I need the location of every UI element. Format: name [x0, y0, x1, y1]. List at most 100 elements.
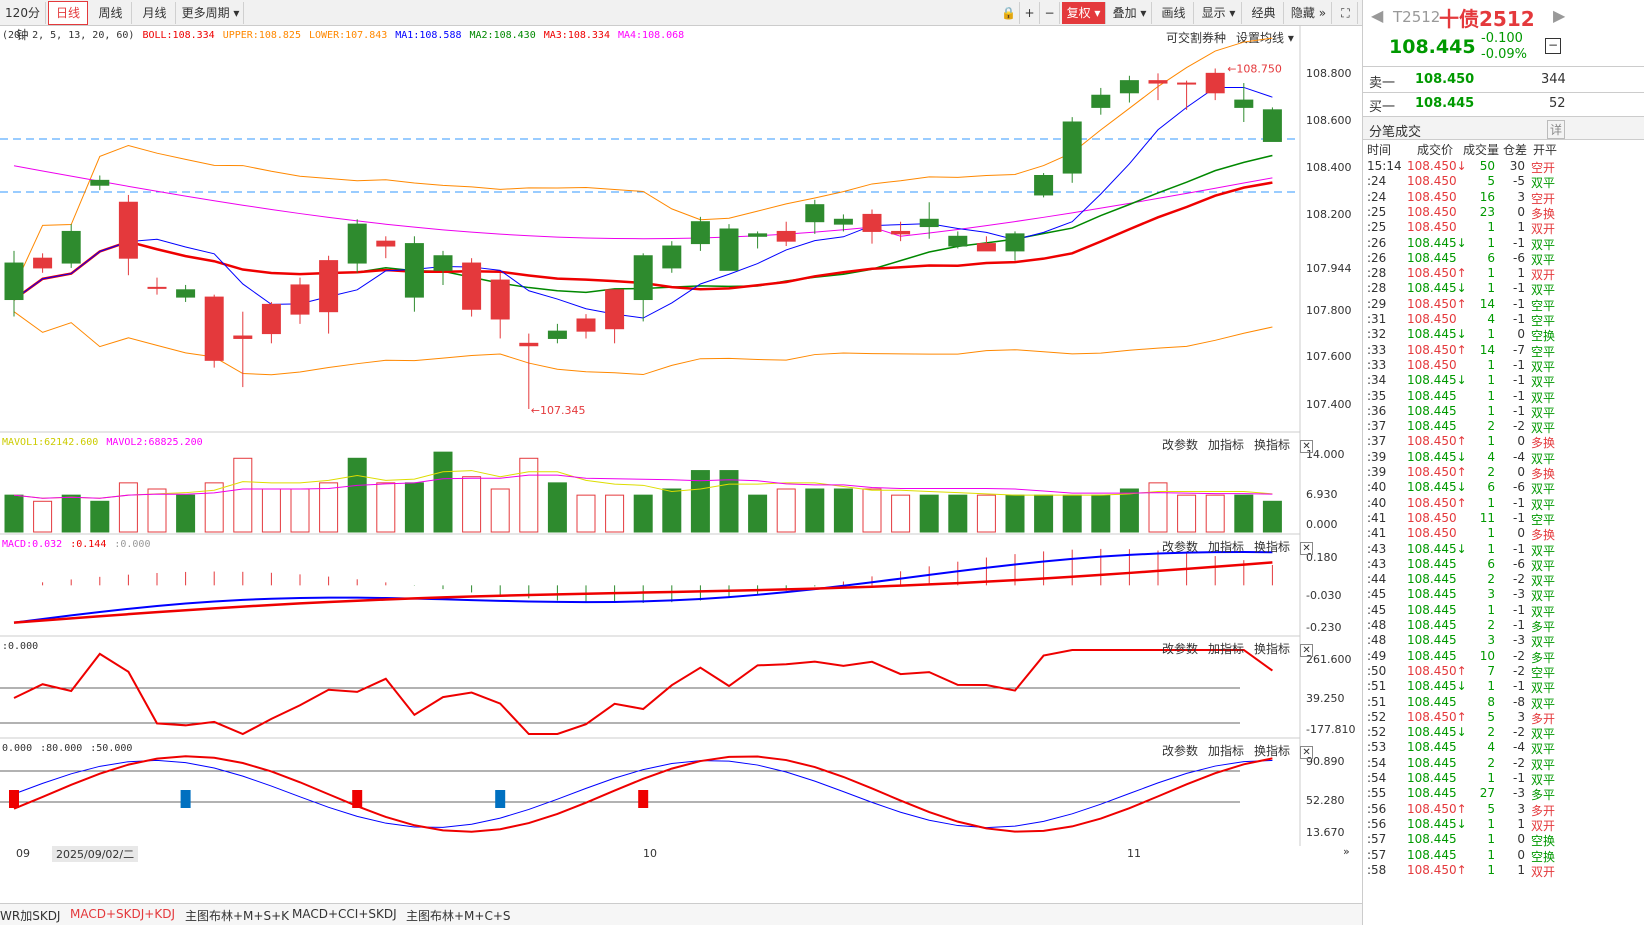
trade-row: :25 108.450 23 0 多换 [1363, 205, 1578, 221]
trade-price: 108.450 [1407, 220, 1457, 235]
detail-button[interactable]: 详 [1547, 120, 1566, 139]
close-icon[interactable]: ✕ [1300, 644, 1314, 657]
trade-row: :45 108.445 3 -3 双平 [1363, 587, 1578, 603]
cci-change-params[interactable]: 改参数 [1162, 642, 1198, 656]
high-annotation: ←108.750 [1227, 62, 1282, 75]
kdj-swap-indicator[interactable]: 换指标 [1254, 744, 1290, 758]
trade-oi: -1 [1513, 618, 1525, 632]
trade-row: :31 108.450 4 -1 空平 [1363, 312, 1578, 328]
tab-wr-skdj[interactable]: WR加SKDJ [0, 907, 60, 924]
period-month-tab[interactable]: 月线 [134, 2, 176, 24]
hide-button[interactable]: 隐藏 » [1286, 2, 1332, 24]
kdj-change-params[interactable]: 改参数 [1162, 744, 1198, 758]
trade-volume: 1 [1487, 434, 1495, 449]
trade-time: :31 [1367, 312, 1387, 326]
trade-row: :54 108.445 2 -2 双平 [1363, 756, 1578, 772]
period-120min-tab[interactable]: 120分钟 [0, 2, 46, 42]
prev-icon[interactable]: ◀ [1371, 6, 1383, 25]
trade-oi: -1 [1513, 281, 1525, 296]
period-week-tab[interactable]: 周线 [90, 2, 132, 24]
trade-row: :56 108.450↑ 5 3 多开 [1363, 802, 1578, 818]
kline-chart[interactable]: ←108.750 ←107.345 108.800 108.600 108.400 108… [0, 26, 1362, 903]
volume-bar [376, 482, 396, 533]
fuquan-dropdown[interactable]: 复权 ▾ [1062, 2, 1106, 24]
vol-add-indicator[interactable]: 加指标 [1208, 438, 1244, 452]
vol-legend: MAVOL1:62142.600 MAVOL2:68825.200 [2, 437, 211, 448]
vol-swap-indicator[interactable]: 换指标 [1254, 438, 1290, 452]
close-icon[interactable]: ✕ [1300, 440, 1314, 453]
macd-add-indicator[interactable]: 加指标 [1208, 540, 1244, 554]
trade-price: 108.450 [1407, 526, 1457, 541]
trade-price: 108.445↓ [1407, 235, 1467, 250]
trade-oi: -1 [1513, 679, 1525, 694]
tab-macd-cci-skdj[interactable]: MACD+CCI+SKDJ [292, 907, 397, 921]
zoom-in-icon[interactable]: + [1020, 2, 1040, 24]
candle-body [547, 330, 567, 339]
volume-bar [490, 488, 510, 533]
volume-bar [862, 488, 882, 533]
minimize-icon[interactable]: − [1545, 38, 1561, 54]
trade-row: :57 108.445 1 0 空换 [1363, 832, 1578, 848]
classic-button[interactable]: 经典 [1244, 2, 1284, 24]
trade-volume: 1 [1487, 771, 1495, 785]
display-dropdown[interactable]: 显示 ▾ [1196, 2, 1242, 24]
volume-bar [1234, 494, 1254, 533]
trade-row: :28 108.450↑ 1 1 双开 [1363, 266, 1578, 282]
trade-price: 108.445 [1407, 771, 1457, 785]
tab-macd-skdj-kdj[interactable]: MACD+SKDJ+KDJ [70, 907, 175, 921]
overlay-dropdown[interactable]: 叠加 ▾ [1108, 2, 1152, 24]
close-icon[interactable]: ✕ [1300, 542, 1314, 555]
trade-time: :37 [1367, 434, 1387, 449]
tab-boll-mskt[interactable]: 主图布林+M+S+K [185, 907, 289, 924]
trade-time: :48 [1367, 633, 1387, 648]
period-day-tab[interactable]: 日线 [48, 1, 88, 25]
trade-oi: -1 [1513, 235, 1525, 250]
trade-oi: -1 [1513, 510, 1525, 525]
trade-price: 108.445 [1407, 648, 1457, 663]
scroll-right-icon[interactable]: » [1343, 845, 1350, 858]
volume-bar [319, 482, 339, 533]
macd-change-params[interactable]: 改参数 [1162, 540, 1198, 554]
candle-body [719, 228, 739, 271]
vol-change-params[interactable]: 改参数 [1162, 438, 1198, 452]
volume-bar [690, 470, 710, 533]
trade-time: :54 [1367, 771, 1387, 785]
trade-row: :37 108.445 2 -2 双平 [1363, 419, 1578, 435]
trade-time: :24 [1367, 189, 1387, 204]
tab-boll-mcs[interactable]: 主图布林+M+C+S [406, 907, 511, 924]
cci-add-indicator[interactable]: 加指标 [1208, 642, 1244, 656]
volume-bar [147, 488, 167, 533]
trade-price: 108.450 [1407, 312, 1457, 326]
more-periods-dropdown[interactable]: 更多周期 ▾ [178, 2, 244, 24]
volume-bar [1119, 488, 1139, 533]
volume-bar [891, 494, 911, 533]
kdj-add-indicator[interactable]: 加指标 [1208, 744, 1244, 758]
candle-body [690, 221, 710, 245]
col-time: 时间 [1367, 143, 1392, 157]
trade-row: :26 108.445↓ 1 -1 双平 [1363, 236, 1578, 252]
close-icon[interactable]: ✕ [1300, 746, 1314, 759]
candle-body [4, 262, 24, 301]
next-icon[interactable]: ▶ [1553, 6, 1565, 25]
fullscreen-icon[interactable]: ⛶ [1334, 2, 1358, 24]
trade-price: 108.445 [1407, 587, 1457, 602]
lock-icon[interactable]: 🔒 [998, 2, 1020, 24]
trade-time: :28 [1367, 281, 1387, 296]
trade-price: 108.445 [1407, 556, 1457, 571]
candle-body [519, 342, 539, 347]
trade-time: :28 [1367, 266, 1387, 281]
candle-body [576, 318, 596, 332]
trade-time: :44 [1367, 572, 1387, 587]
zoom-out-icon[interactable]: − [1040, 2, 1060, 24]
candle-body [776, 230, 796, 242]
trade-oi: -1 [1513, 403, 1525, 418]
trade-row: :52 108.450↑ 5 3 多开 [1363, 710, 1578, 726]
cci-swap-indicator[interactable]: 换指标 [1254, 642, 1290, 656]
macd-swap-indicator[interactable]: 换指标 [1254, 540, 1290, 554]
trade-row: :51 108.445↓ 1 -1 双平 [1363, 679, 1578, 695]
trade-volume: 1 [1487, 816, 1495, 831]
draw-line-button[interactable]: 画线 [1154, 2, 1194, 24]
trade-row: :54 108.445 1 -1 双平 [1363, 771, 1578, 787]
fuquan-label: 复权 [1066, 6, 1091, 20]
trade-volume: 1 [1487, 832, 1495, 847]
